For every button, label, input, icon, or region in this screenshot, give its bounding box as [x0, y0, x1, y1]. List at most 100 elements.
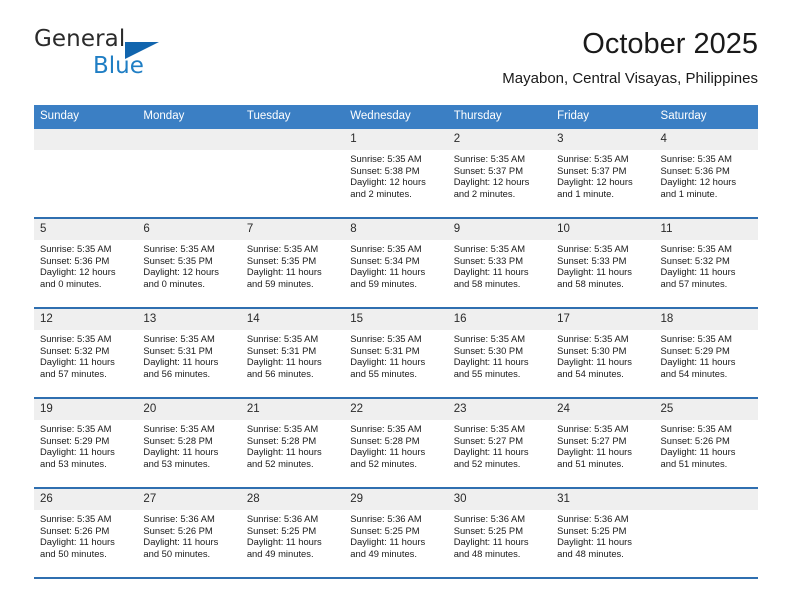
- day-details: Sunrise: 5:35 AM Sunset: 5:32 PM Daylight:…: [655, 240, 758, 289]
- calendar-day-cell[interactable]: 24 Sunrise: 5:35 AM Sunset: 5:27 PM Dayligh…: [551, 399, 655, 487]
- day-details: Sunrise: 5:35 AM Sunset: 5:31 PM Daylight:…: [137, 330, 240, 379]
- calendar-day-cell[interactable]: 6 Sunrise: 5:35 AM Sunset: 5:35 PM Daylight…: [137, 219, 241, 307]
- calendar-day-cell[interactable]: 20 Sunrise: 5:35 AM Sunset: 5:28 PM Dayligh…: [137, 399, 241, 487]
- daylight-text: and 54 minutes.: [660, 367, 728, 379]
- sunrise-text: Sunrise: 5:36 AM: [453, 513, 526, 524]
- daylight-text: and 59 minutes.: [350, 277, 417, 289]
- day-number: 27: [137, 489, 241, 510]
- sunset-text: Sunset: 5:28 PM: [350, 434, 420, 446]
- calendar-day-cell[interactable]: 4 Sunrise: 5:35 AM Sunset: 5:36 PM Daylight…: [654, 129, 758, 217]
- sunrise-text: Sunrise: 5:36 AM: [246, 513, 319, 524]
- daylight-text: and 50 minutes.: [40, 547, 107, 559]
- calendar-day-cell[interactable]: 30 Sunrise: 5:36 AM Sunset: 5:25 PM Dayligh…: [447, 489, 552, 577]
- sunset-text: Sunset: 5:25 PM: [350, 524, 420, 536]
- daylight-text: and 1 minute.: [660, 187, 718, 199]
- calendar-day-cell[interactable]: 25 Sunrise: 5:35 AM Sunset: 5:26 PM Dayligh…: [654, 399, 758, 487]
- day-number: 12: [34, 309, 138, 330]
- daylight-text: Daylight: 11 hours: [557, 356, 632, 368]
- calendar-day-cell[interactable]: 29 Sunrise: 5:36 AM Sunset: 5:25 PM Dayligh…: [344, 489, 448, 577]
- sunrise-text: Sunrise: 5:35 AM: [246, 423, 319, 434]
- day-number: 7: [240, 219, 345, 240]
- generalblue-logo[interactable]: General Blue: [34, 26, 264, 86]
- calendar-day-cell[interactable]: 19 Sunrise: 5:35 AM Sunset: 5:29 PM Dayligh…: [34, 399, 138, 487]
- calendar-day-cell[interactable]: 12 Sunrise: 5:35 AM Sunset: 5:32 PM Dayligh…: [34, 309, 138, 397]
- day-number: 8: [344, 219, 448, 240]
- sunrise-text: Sunrise: 5:35 AM: [350, 423, 422, 434]
- sunset-text: Sunset: 5:37 PM: [453, 164, 523, 176]
- day-details: Sunrise: 5:36 AM Sunset: 5:26 PM Daylight:…: [137, 510, 240, 559]
- calendar-day-cell[interactable]: 10 Sunrise: 5:35 AM Sunset: 5:33 PM Dayligh…: [551, 219, 655, 307]
- daylight-text: and 49 minutes.: [246, 547, 314, 559]
- daylight-text: and 48 minutes.: [557, 547, 624, 559]
- sunset-text: Sunset: 5:35 PM: [143, 254, 213, 266]
- sunrise-text: Sunrise: 5:35 AM: [143, 243, 215, 254]
- day-number: 4: [654, 129, 758, 150]
- day-details: [655, 510, 758, 513]
- daylight-text: Daylight: 11 hours: [660, 266, 736, 278]
- daylight-text: and 57 minutes.: [660, 277, 728, 289]
- sunset-text: Sunset: 5:28 PM: [246, 434, 317, 446]
- calendar-day-cell[interactable]: 1 Sunrise: 5:35 AM Sunset: 5:38 PM Daylight…: [344, 129, 448, 217]
- daylight-text: and 48 minutes.: [453, 547, 521, 559]
- daylight-text: and 52 minutes.: [246, 457, 314, 469]
- calendar-week-row: 19 Sunrise: 5:35 AM Sunset: 5:29 PM Dayligh…: [34, 399, 758, 489]
- calendar-day-cell[interactable]: 23 Sunrise: 5:35 AM Sunset: 5:27 PM Dayligh…: [447, 399, 552, 487]
- calendar-day-cell[interactable]: 13 Sunrise: 5:35 AM Sunset: 5:31 PM Dayligh…: [137, 309, 241, 397]
- sunrise-text: Sunrise: 5:35 AM: [350, 243, 422, 254]
- title-block: October 2025 Mayabon, Central Visayas, P…: [502, 26, 758, 90]
- calendar-week-row: 12 Sunrise: 5:35 AM Sunset: 5:32 PM Dayligh…: [34, 309, 758, 399]
- calendar-day-cell[interactable]: 27 Sunrise: 5:36 AM Sunset: 5:26 PM Dayligh…: [137, 489, 241, 577]
- calendar-day-cell[interactable]: 14 Sunrise: 5:35 AM Sunset: 5:31 PM Dayligh…: [240, 309, 345, 397]
- calendar-day-cell[interactable]: 15 Sunrise: 5:35 AM Sunset: 5:31 PM Dayligh…: [344, 309, 448, 397]
- daylight-text: and 55 minutes.: [453, 367, 521, 379]
- daylight-text: and 52 minutes.: [350, 457, 417, 469]
- sunset-text: Sunset: 5:27 PM: [557, 434, 627, 446]
- sunset-text: Sunset: 5:36 PM: [40, 254, 110, 266]
- sunset-text: Sunset: 5:33 PM: [453, 254, 523, 266]
- calendar-day-cell[interactable]: 5 Sunrise: 5:35 AM Sunset: 5:36 PM Daylight…: [34, 219, 138, 307]
- calendar-day-cell[interactable]: 17 Sunrise: 5:35 AM Sunset: 5:30 PM Dayligh…: [551, 309, 655, 397]
- day-details: Sunrise: 5:35 AM Sunset: 5:36 PM Daylight:…: [34, 240, 137, 289]
- calendar-day-cell[interactable]: 21 Sunrise: 5:35 AM Sunset: 5:28 PM Dayligh…: [240, 399, 345, 487]
- day-number: 22: [344, 399, 448, 420]
- sunrise-text: Sunrise: 5:35 AM: [660, 243, 732, 254]
- day-number: 25: [654, 399, 758, 420]
- daylight-text: and 55 minutes.: [350, 367, 417, 379]
- sunrise-text: Sunrise: 5:35 AM: [143, 333, 215, 344]
- page-subtitle: Mayabon, Central Visayas, Philippines: [502, 70, 758, 87]
- sunrise-text: Sunrise: 5:35 AM: [40, 423, 112, 434]
- sunrise-text: Sunrise: 5:35 AM: [40, 513, 112, 524]
- day-details: Sunrise: 5:35 AM Sunset: 5:28 PM Daylight:…: [241, 420, 344, 469]
- daylight-text: and 2 minutes.: [453, 187, 516, 199]
- day-details: Sunrise: 5:35 AM Sunset: 5:27 PM Daylight:…: [551, 420, 654, 469]
- calendar-day-cell[interactable]: 11 Sunrise: 5:35 AM Sunset: 5:32 PM Dayligh…: [654, 219, 758, 307]
- calendar-day-cell[interactable]: 8 Sunrise: 5:35 AM Sunset: 5:34 PM Daylight…: [344, 219, 448, 307]
- day-number: 3: [551, 129, 655, 150]
- daylight-text: and 53 minutes.: [143, 457, 211, 469]
- sunset-text: Sunset: 5:31 PM: [350, 344, 420, 356]
- sunrise-text: Sunrise: 5:35 AM: [557, 243, 629, 254]
- calendar-day-cell[interactable]: 22 Sunrise: 5:35 AM Sunset: 5:28 PM Dayligh…: [344, 399, 448, 487]
- calendar-day-cell[interactable]: 26 Sunrise: 5:35 AM Sunset: 5:26 PM Dayligh…: [34, 489, 138, 577]
- day-details: Sunrise: 5:35 AM Sunset: 5:30 PM Daylight:…: [448, 330, 551, 379]
- sunrise-text: Sunrise: 5:35 AM: [350, 333, 422, 344]
- day-details: Sunrise: 5:35 AM Sunset: 5:26 PM Daylight:…: [655, 420, 758, 469]
- calendar-day-cell[interactable]: 31 Sunrise: 5:36 AM Sunset: 5:25 PM Dayligh…: [551, 489, 655, 577]
- calendar-day-cell[interactable]: 3 Sunrise: 5:35 AM Sunset: 5:37 PM Daylight…: [551, 129, 655, 217]
- sunrise-text: Sunrise: 5:35 AM: [40, 333, 112, 344]
- day-number: 29: [344, 489, 448, 510]
- day-details: Sunrise: 5:35 AM Sunset: 5:35 PM Daylight:…: [137, 240, 240, 289]
- weekday-header-row: Sunday Monday Tuesday Wednesday Thursday Frid…: [34, 105, 758, 129]
- daylight-text: and 51 minutes.: [660, 457, 728, 469]
- calendar-day-cell[interactable]: 7 Sunrise: 5:35 AM Sunset: 5:35 PM Daylight…: [240, 219, 345, 307]
- calendar-day-cell[interactable]: 18 Sunrise: 5:35 AM Sunset: 5:29 PM Dayligh…: [654, 309, 758, 397]
- day-details: Sunrise: 5:35 AM Sunset: 5:29 PM Daylight:…: [655, 330, 758, 379]
- calendar-day-cell[interactable]: 28 Sunrise: 5:36 AM Sunset: 5:25 PM Dayligh…: [240, 489, 345, 577]
- day-details: Sunrise: 5:35 AM Sunset: 5:36 PM Daylight:…: [655, 150, 758, 199]
- day-number: 24: [551, 399, 655, 420]
- daylight-text: Daylight: 11 hours: [350, 266, 426, 278]
- calendar-day-cell[interactable]: 16 Sunrise: 5:35 AM Sunset: 5:30 PM Dayligh…: [447, 309, 552, 397]
- calendar-day-cell[interactable]: 2 Sunrise: 5:35 AM Sunset: 5:37 PM Daylight…: [447, 129, 552, 217]
- calendar-day-cell-empty: [654, 489, 758, 577]
- calendar-day-cell[interactable]: 9 Sunrise: 5:35 AM Sunset: 5:33 PM Daylight…: [447, 219, 552, 307]
